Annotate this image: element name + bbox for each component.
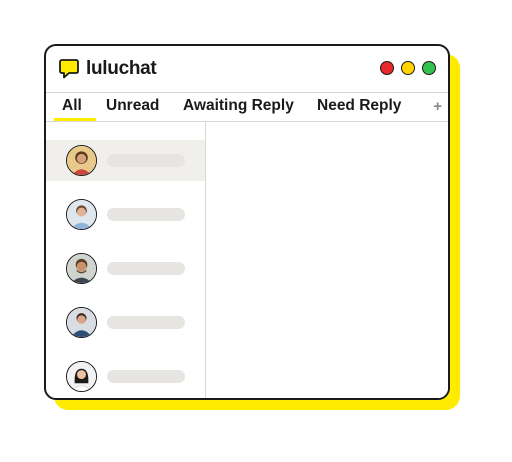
chat-bubble-icon — [59, 59, 79, 79]
contact-name-placeholder — [107, 262, 185, 275]
contact-item[interactable] — [46, 140, 205, 181]
contact-name-placeholder — [107, 370, 185, 383]
title-bar: luluchat — [46, 46, 448, 92]
minimize-button[interactable] — [401, 61, 415, 75]
avatar-man-3 — [66, 307, 97, 338]
app-logo: luluchat — [58, 58, 157, 80]
brand-name: luluchat — [86, 58, 157, 79]
contact-item[interactable] — [46, 248, 205, 289]
contact-name-placeholder — [107, 208, 185, 221]
contact-item[interactable] — [46, 356, 205, 397]
window-controls — [380, 61, 436, 75]
add-tab-button[interactable]: + — [433, 98, 442, 115]
contact-name-placeholder — [107, 154, 185, 167]
contact-list — [46, 122, 206, 398]
maximize-button[interactable] — [422, 61, 436, 75]
app-window: luluchat All Unread Awaiting Reply Need … — [44, 44, 450, 400]
avatar-man-1 — [66, 199, 97, 230]
avatar-woman-1 — [66, 145, 97, 176]
tab-awaiting-reply[interactable]: Awaiting Reply — [183, 97, 294, 115]
contact-item[interactable] — [46, 194, 205, 235]
contact-item[interactable] — [46, 302, 205, 343]
active-tab-indicator — [54, 118, 96, 121]
avatar-woman-2 — [66, 361, 97, 392]
close-button[interactable] — [380, 61, 394, 75]
tab-unread[interactable]: Unread — [106, 97, 159, 115]
contact-name-placeholder — [107, 316, 185, 329]
tab-all[interactable]: All — [62, 97, 82, 115]
avatar-man-2 — [66, 253, 97, 284]
tab-need-reply[interactable]: Need Reply — [317, 97, 401, 115]
tab-bar: All Unread Awaiting Reply Need Reply + — [46, 92, 448, 122]
chat-panel[interactable] — [206, 122, 448, 398]
